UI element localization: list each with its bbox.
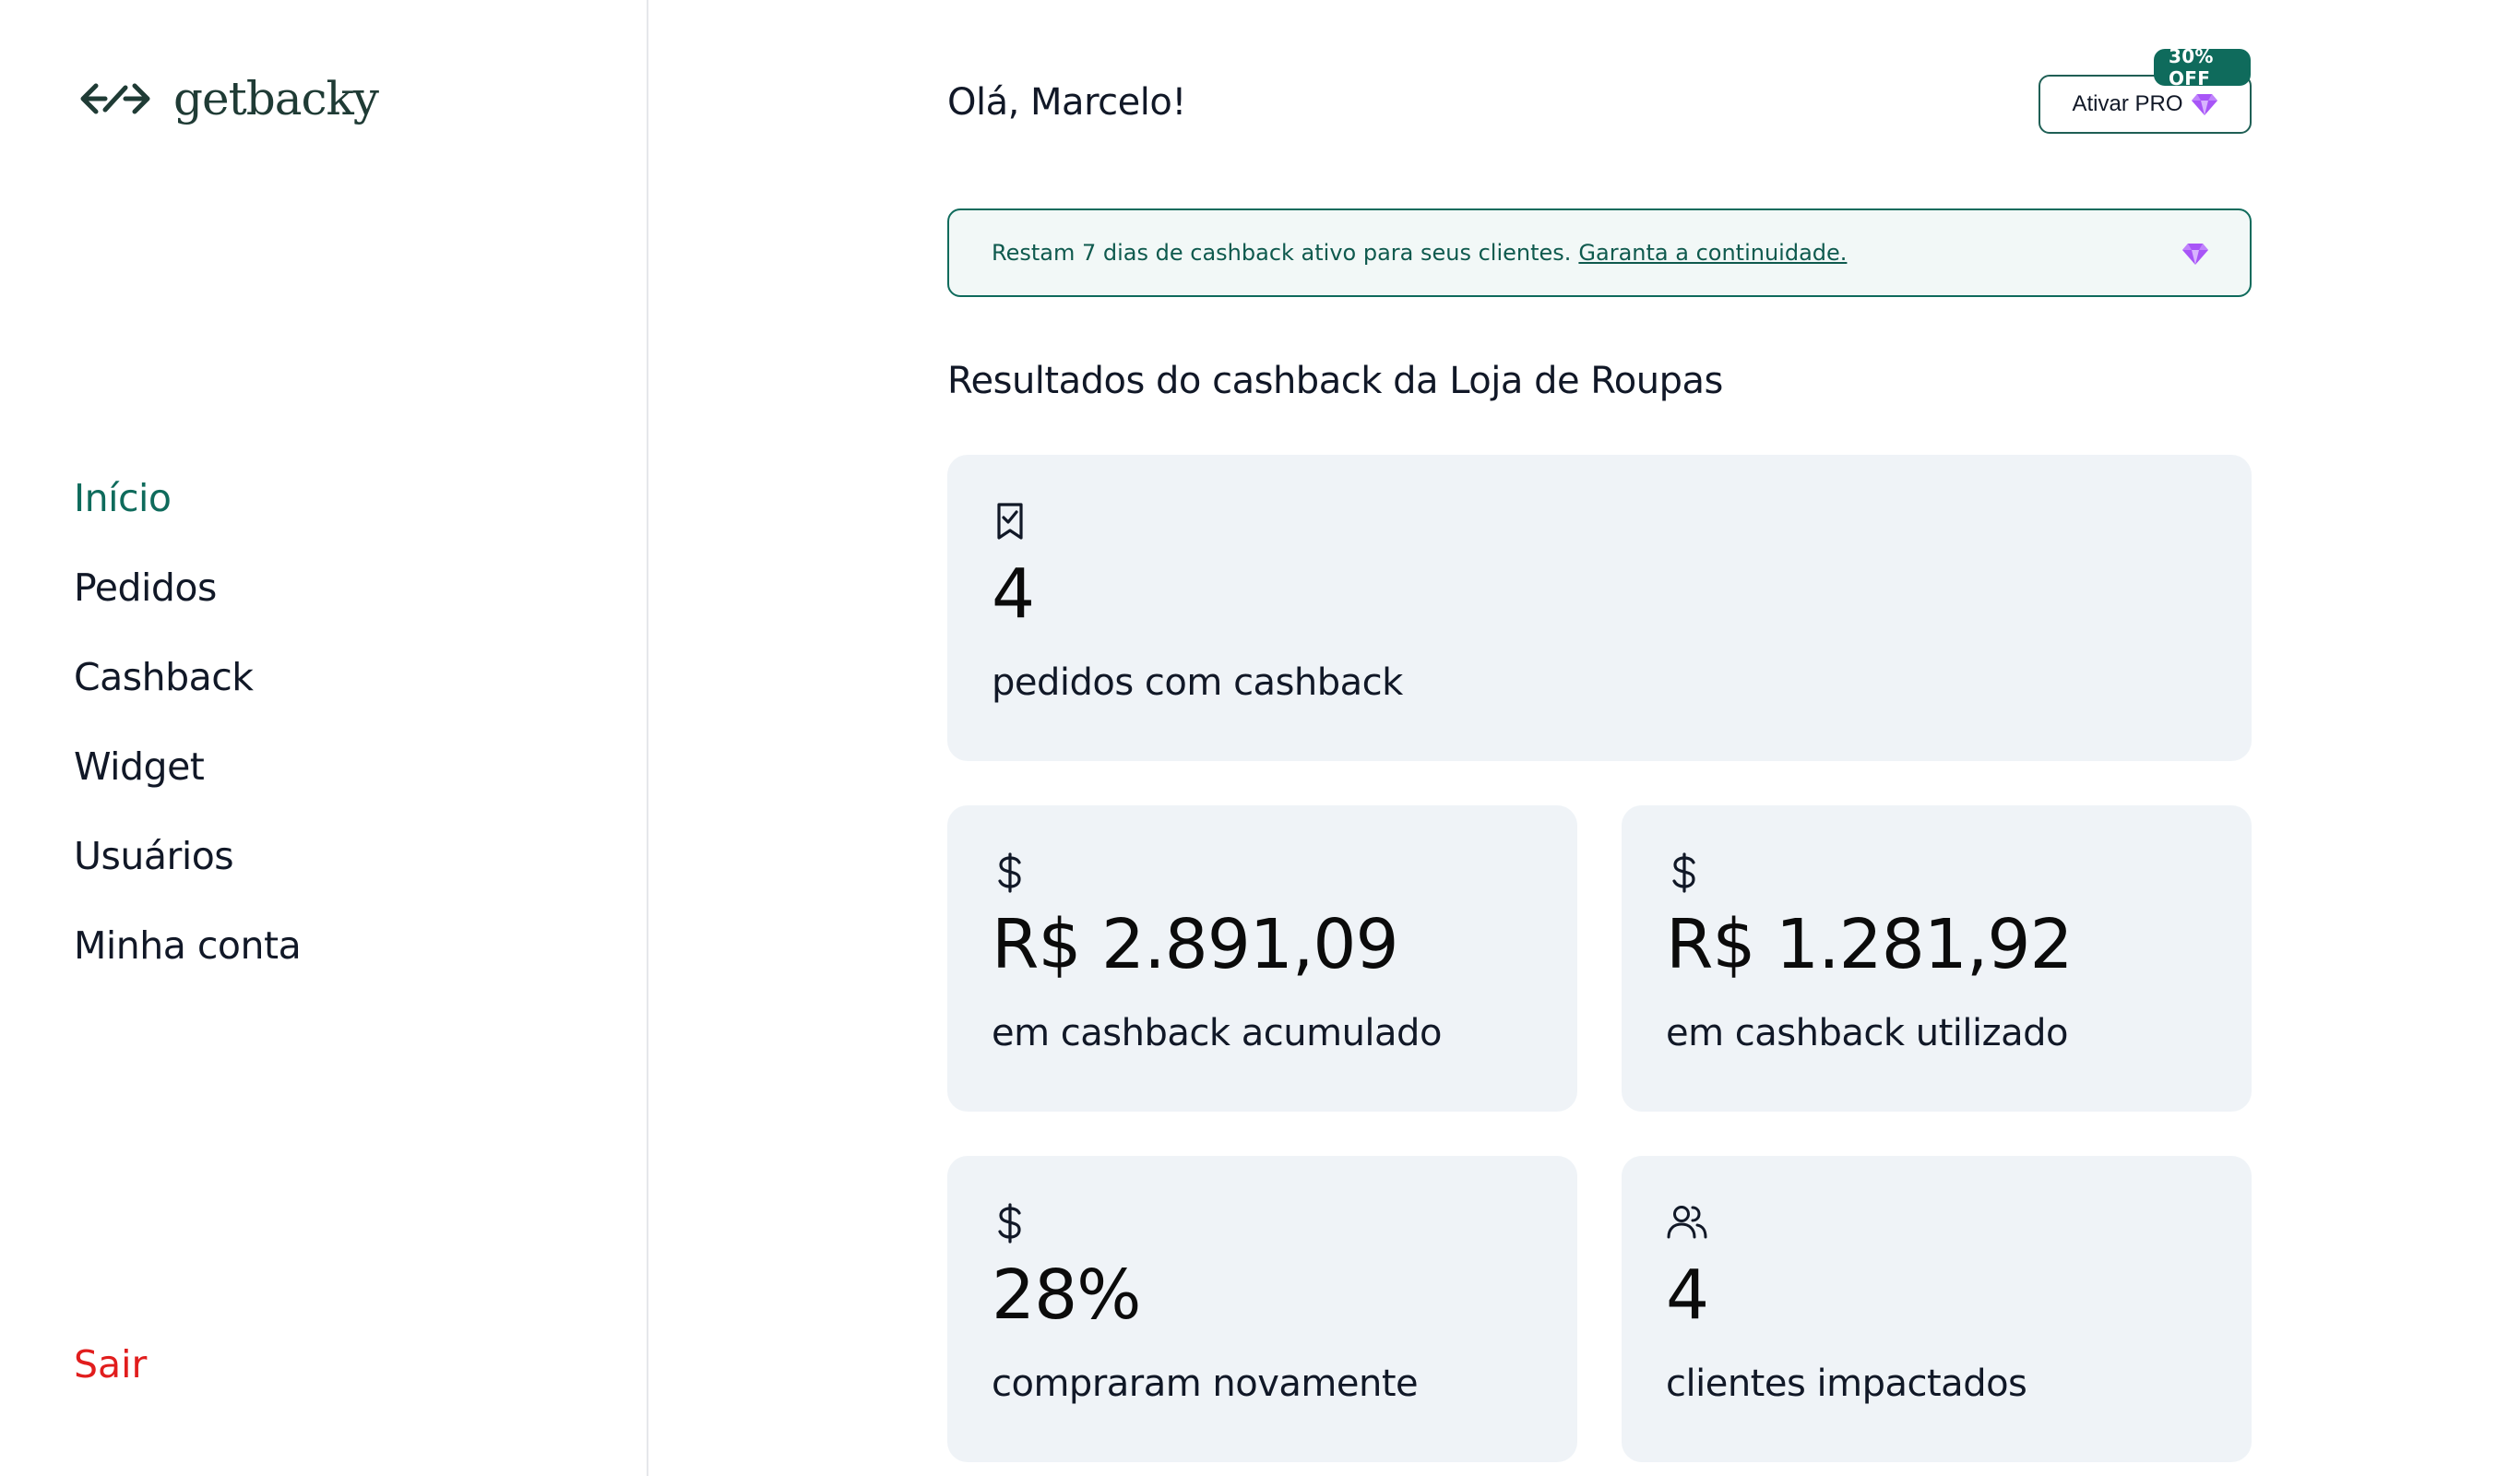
sidebar: getbacky Início Pedidos Cashback Widget … — [0, 0, 648, 1476]
brand-logo[interactable]: getbacky — [77, 72, 379, 125]
stat-card-returning: 28% compraram novamente — [947, 1156, 1577, 1462]
banner-text: Restam 7 dias de cashback ativo para seu… — [992, 240, 1572, 266]
stat-card-used: R$ 1.281,92 em cashback utilizado — [1622, 805, 2252, 1112]
brand-name: getbacky — [173, 72, 379, 125]
dollar-icon — [998, 852, 1021, 893]
section-title: Resultados do cashback da Loja de Roupas — [947, 360, 1723, 402]
receipt-check-icon — [997, 503, 1023, 540]
sidebar-item-pedidos[interactable]: Pedidos — [74, 560, 301, 649]
arrows-logo-icon — [80, 83, 150, 114]
sidebar-nav: Início Pedidos Cashback Widget Usuários … — [74, 470, 302, 1007]
dollar-icon — [998, 1203, 1021, 1244]
stat-card-accumulated: R$ 2.891,09 em cashback acumulado — [947, 805, 1577, 1112]
stat-card-customers: 4 clientes impactados — [1622, 1156, 2252, 1462]
sidebar-item-minha-conta[interactable]: Minha conta — [74, 918, 302, 1007]
stat-card-orders: 4 pedidos com cashback — [947, 455, 2252, 761]
sidebar-item-inicio[interactable]: Início — [74, 470, 301, 560]
banner-link[interactable]: Garanta a continuidade. — [1578, 240, 1847, 266]
stat-label: em cashback utilizado — [1666, 1012, 2069, 1054]
sidebar-item-cashback[interactable]: Cashback — [74, 649, 301, 739]
stat-value: 4 — [992, 554, 1035, 634]
stat-value: 4 — [1666, 1256, 1709, 1335]
stat-label: em cashback acumulado — [992, 1012, 1442, 1054]
gem-icon — [2191, 94, 2217, 115]
stat-label: compraram novamente — [992, 1363, 1419, 1405]
stat-value: R$ 1.281,92 — [1666, 905, 2074, 984]
sidebar-item-widget[interactable]: Widget — [74, 739, 301, 828]
gem-icon — [2182, 244, 2208, 265]
logout-link[interactable]: Sair — [74, 1342, 147, 1387]
stat-value: R$ 2.891,09 — [992, 905, 1399, 984]
stat-label: pedidos com cashback — [992, 661, 1403, 704]
stat-label: clientes impactados — [1666, 1363, 2027, 1405]
discount-badge: 30% OFF — [2154, 45, 2251, 89]
dollar-icon — [1672, 852, 1695, 893]
trial-banner: Restam 7 dias de cashback ativo para seu… — [947, 208, 2252, 297]
page-title: Olá, Marcelo! — [947, 81, 1186, 124]
stat-value: 28% — [992, 1256, 1141, 1335]
users-icon — [1667, 1206, 1707, 1239]
activate-pro-label: Ativar PRO — [2072, 91, 2183, 116]
sidebar-item-usuarios[interactable]: Usuários — [74, 828, 301, 918]
